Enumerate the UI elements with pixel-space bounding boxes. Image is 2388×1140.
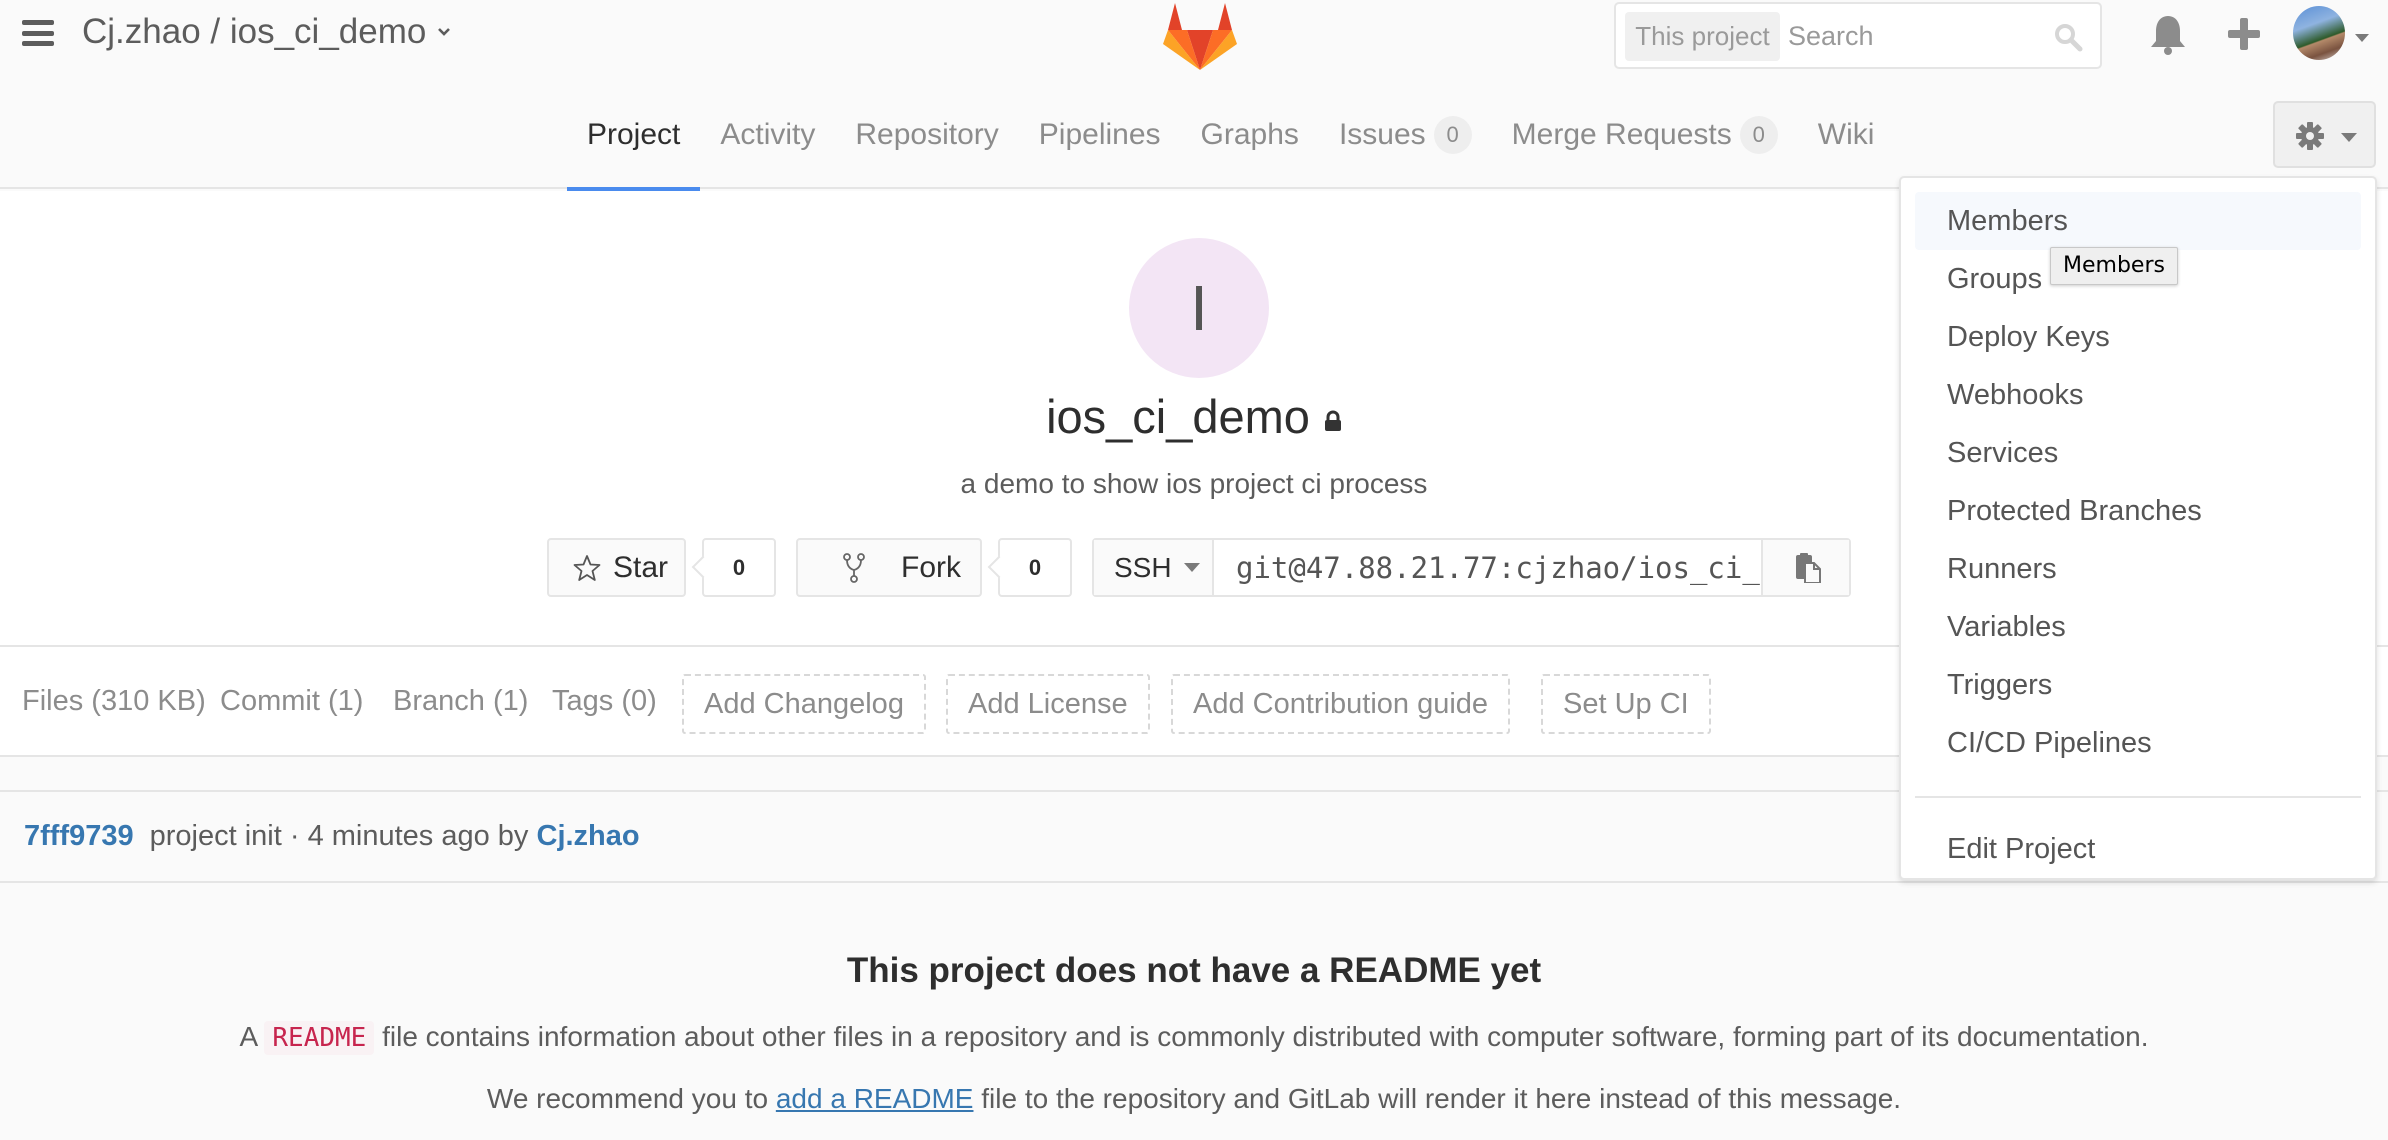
gitlab-logo-icon[interactable]: [1163, 0, 1237, 70]
readme-text: file contains information about other fi…: [382, 1021, 2149, 1052]
commit-message: project init · 4 minutes ago by Cj.zhao: [150, 820, 640, 853]
menu-item-services[interactable]: Services: [1915, 424, 2361, 482]
commit-meta-text: project init · 4 minutes ago by: [149, 820, 529, 852]
tab-label: Pipelines: [1038, 118, 1161, 151]
menu-divider: [1915, 796, 2361, 798]
new-item-plus-icon[interactable]: [2226, 16, 2262, 52]
merge-requests-count-badge: 0: [1739, 115, 1778, 154]
user-avatar[interactable]: [2293, 6, 2345, 60]
menu-item-ci-cd-pipelines[interactable]: CI/CD Pipelines: [1915, 714, 2361, 772]
search-scope-label[interactable]: This project: [1625, 12, 1780, 61]
readme-explanation: A README file contains information about…: [22, 1021, 2366, 1055]
readme-recommendation: We recommend you to add a README file to…: [22, 1083, 2366, 1115]
add-license-button[interactable]: Add License: [946, 674, 1150, 734]
tab-project[interactable]: Project: [567, 80, 701, 191]
readme-empty-state: This project does not have a README yet …: [22, 883, 2366, 1140]
add-readme-link[interactable]: add a README: [776, 1083, 974, 1114]
star-label: Star: [613, 550, 669, 584]
notifications-bell-icon[interactable]: [2148, 14, 2188, 56]
readme-text: A: [239, 1021, 257, 1052]
tab-graphs[interactable]: Graphs: [1181, 80, 1319, 189]
readme-text: We recommend you to: [486, 1083, 769, 1114]
star-count[interactable]: 0: [702, 538, 776, 597]
project-avatar: I: [1129, 238, 1269, 378]
menu-item-deploy-keys[interactable]: Deploy Keys: [1915, 308, 2361, 366]
menu-item-triggers[interactable]: Triggers: [1915, 656, 2361, 714]
star-icon: [573, 554, 601, 581]
clone-url-group: SSH: [1092, 538, 1851, 597]
tab-pipelines[interactable]: Pipelines: [1019, 80, 1181, 189]
tab-issues[interactable]: Issues 0: [1319, 80, 1492, 189]
tab-label: Activity: [720, 118, 816, 151]
add-contribution-guide-button[interactable]: Add Contribution guide: [1171, 674, 1511, 734]
tab-label: Repository: [855, 118, 999, 151]
clone-protocol-dropdown[interactable]: SSH: [1094, 540, 1214, 595]
hamburger-menu-icon[interactable]: [22, 20, 54, 46]
tab-label: Project: [587, 118, 681, 151]
branches-stat-link[interactable]: Branch (1): [393, 647, 528, 755]
search-icon[interactable]: [2053, 22, 2083, 52]
commit-sha-link[interactable]: 7fff9739: [24, 820, 134, 853]
clone-protocol-label: SSH: [1114, 551, 1172, 583]
tab-label: Issues: [1338, 118, 1426, 151]
caret-down-icon: [1183, 563, 1200, 572]
tooltip: Members: [2050, 247, 2178, 285]
menu-item-protected-branches[interactable]: Protected Branches: [1915, 482, 2361, 540]
tab-label: Graphs: [1200, 118, 1299, 151]
menu-item-variables[interactable]: Variables: [1915, 598, 2361, 656]
nav-tabs: Project Activity Repository Pipelines Gr…: [567, 80, 1895, 191]
caret-down-icon: [2341, 133, 2357, 142]
menu-item-webhooks[interactable]: Webhooks: [1915, 366, 2361, 424]
clone-url-input[interactable]: [1216, 540, 1761, 595]
lock-icon: [1324, 410, 1341, 431]
project-name: ios_ci_demo: [1046, 390, 1310, 443]
top-header: Cj.zhao / ios_ci_demo This project: [0, 0, 2388, 80]
breadcrumb-text[interactable]: Cj.zhao / ios_ci_demo: [82, 12, 426, 52]
search-box[interactable]: This project: [1614, 2, 2102, 69]
tab-activity[interactable]: Activity: [700, 80, 835, 189]
fork-label: Fork: [901, 550, 961, 584]
add-changelog-button[interactable]: Add Changelog: [682, 674, 926, 734]
chevron-down-icon[interactable]: [436, 24, 452, 40]
readme-text: file to the repository and GitLab will r…: [981, 1083, 1902, 1114]
breadcrumb[interactable]: Cj.zhao / ios_ci_demo: [82, 12, 452, 52]
tab-merge-requests[interactable]: Merge Requests 0: [1492, 80, 1798, 189]
project-nav: Project Activity Repository Pipelines Gr…: [0, 80, 2388, 191]
fork-icon: [843, 552, 865, 583]
tags-stat-link[interactable]: Tags (0): [552, 647, 657, 755]
copy-to-clipboard-button[interactable]: [1761, 540, 1849, 595]
fork-count[interactable]: 0: [998, 538, 1072, 597]
menu-item-runners[interactable]: Runners: [1915, 540, 2361, 598]
readme-code: README: [264, 1021, 375, 1055]
readme-heading: This project does not have a README yet: [846, 951, 1542, 990]
project-settings-button[interactable]: [2273, 101, 2376, 168]
commits-stat-link[interactable]: Commit (1): [220, 647, 363, 755]
tab-label: Wiki: [1817, 118, 1875, 151]
issues-count-badge: 0: [1433, 115, 1472, 154]
menu-item-edit-project[interactable]: Edit Project: [1915, 820, 2361, 878]
tab-label: Merge Requests: [1511, 118, 1732, 151]
menu-item-members[interactable]: Members: [1915, 192, 2361, 250]
files-stat-link[interactable]: Files (310 KB): [22, 647, 206, 755]
tab-wiki[interactable]: Wiki: [1798, 80, 1895, 189]
set-up-ci-button[interactable]: Set Up CI: [1541, 674, 1711, 734]
clipboard-icon: [1796, 553, 1821, 583]
star-button[interactable]: Star: [547, 538, 686, 597]
fork-button[interactable]: Fork: [796, 538, 982, 597]
user-menu-caret-icon[interactable]: [2355, 34, 2369, 42]
search-input[interactable]: [1788, 12, 2038, 61]
commit-author-link[interactable]: Cj.zhao: [537, 820, 640, 852]
tab-repository[interactable]: Repository: [835, 80, 1018, 189]
gear-icon: [2296, 122, 2324, 150]
